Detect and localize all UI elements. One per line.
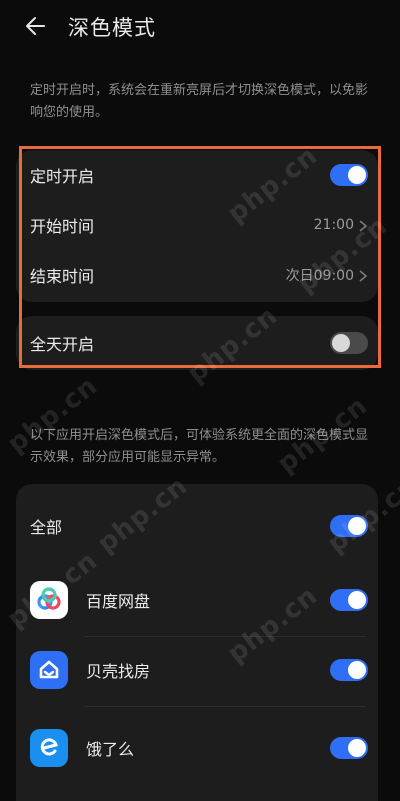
all-apps-toggle[interactable] (330, 515, 368, 537)
app-row[interactable]: 贝壳找房 (16, 646, 378, 694)
toggle-knob (348, 591, 366, 609)
all-apps-label: 全部 (30, 518, 63, 537)
allday-card: 全天开启 (16, 316, 378, 370)
divider (84, 706, 366, 707)
chevron-right-icon (358, 268, 368, 282)
start-time-row[interactable]: 开始时间 21:00 (16, 200, 378, 250)
apps-description: 以下应用开启深色模式后，可体验系统更全面的深色模式显示效果，部分应用可能显示异常… (30, 428, 369, 465)
toggle-knob (348, 661, 366, 679)
apps-card: 全部 百度网盘 贝壳找房 饿了么 (16, 484, 378, 801)
schedule-enable-row[interactable]: 定时开启 (16, 150, 378, 200)
allday-toggle[interactable] (330, 332, 368, 354)
back-arrow-icon (26, 17, 45, 35)
chevron-right-icon (358, 218, 368, 232)
app-row[interactable]: 百度网盘 (16, 576, 378, 624)
divider (84, 636, 366, 637)
app-label: 百度网盘 (86, 592, 151, 611)
app-toggle[interactable] (330, 589, 368, 611)
all-apps-row[interactable]: 全部 (16, 502, 378, 550)
toggle-knob (348, 166, 366, 184)
allday-row[interactable]: 全天开启 (16, 316, 378, 370)
start-time-value: 21:00 (313, 217, 354, 233)
toggle-knob (348, 739, 366, 757)
beike-icon (30, 651, 68, 689)
baidu-netdisk-icon (30, 581, 68, 619)
start-time-label: 开始时间 (30, 217, 95, 236)
schedule-enable-label: 定时开启 (30, 167, 95, 186)
app-toggle[interactable] (330, 659, 368, 681)
toggle-knob (332, 334, 350, 352)
eleme-icon (30, 729, 68, 767)
schedule-description: 定时开启时，系统会在重新亮屏后才切换深色模式，以免影响您的使用。 (30, 83, 369, 120)
back-button[interactable] (24, 12, 58, 42)
end-time-value: 次日09:00 (285, 268, 354, 284)
toggle-knob (348, 517, 366, 535)
end-time-row[interactable]: 结束时间 次日09:00 (16, 250, 378, 300)
app-label: 饿了么 (86, 740, 135, 759)
dark-mode-settings-screen: 深色模式 定时开启时，系统会在重新亮屏后才切换深色模式，以免影响您的使用。 定时… (0, 0, 400, 801)
app-toggle[interactable] (330, 737, 368, 759)
page-title: 深色模式 (68, 16, 156, 40)
schedule-enable-toggle[interactable] (330, 164, 368, 186)
app-label: 贝壳找房 (86, 662, 151, 681)
app-row[interactable]: 饿了么 (16, 724, 378, 772)
end-time-label: 结束时间 (30, 267, 95, 286)
allday-label: 全天开启 (30, 335, 95, 354)
top-bar: 深色模式 (0, 0, 400, 56)
schedule-card: 定时开启 开始时间 21:00 结束时间 次日09:00 (16, 150, 378, 302)
